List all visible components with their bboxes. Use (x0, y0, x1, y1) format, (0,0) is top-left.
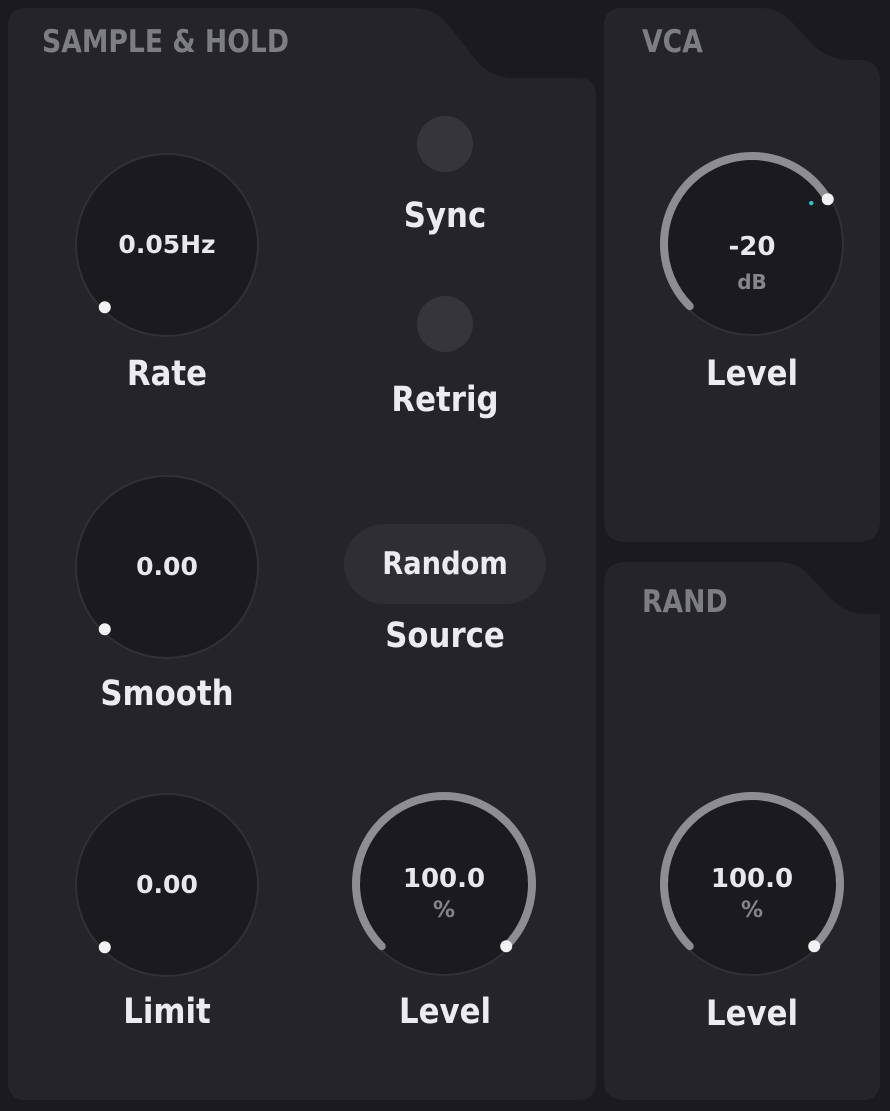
indicator-dot (98, 623, 111, 636)
retrig-toggle[interactable] (417, 296, 473, 352)
limit-label: Limit (123, 992, 211, 1032)
sync-toggle[interactable] (417, 116, 473, 172)
indicator-dot (98, 301, 111, 314)
sample-hold-title: SAMPLE & HOLD (42, 24, 290, 60)
smooth-label: Smooth (100, 674, 234, 714)
indicator-dot (808, 940, 821, 953)
retrig-label: Retrig (391, 380, 499, 420)
rate-knob[interactable]: 0.05Hz (72, 150, 262, 340)
sh-level-label: Level (398, 992, 492, 1032)
rand-title: RAND (642, 584, 728, 620)
indicator-dot (98, 941, 111, 954)
indicator-dot (821, 193, 834, 206)
vca-level-knob[interactable]: -20 dB (654, 146, 850, 342)
source-selector[interactable]: Random (344, 524, 546, 604)
rand-level-knob[interactable]: 100.0 % (654, 786, 850, 982)
smooth-value: 0.00 (136, 552, 198, 581)
indicator-dot (500, 940, 513, 953)
rate-label: Rate (126, 354, 208, 394)
source-label: Source (385, 616, 505, 656)
vca-level-label: Level (705, 354, 799, 394)
sh-level-knob[interactable]: 100.0 % (346, 786, 542, 982)
vca-level-value: -20 (728, 232, 776, 262)
source-value: Random (382, 546, 508, 582)
vca-level-unit: dB (737, 270, 767, 294)
rand-level-unit: % (740, 898, 764, 923)
vca-title: VCA (642, 24, 703, 60)
smooth-knob[interactable]: 0.00 (72, 472, 262, 662)
limit-knob[interactable]: 0.00 (72, 790, 262, 980)
rand-level-value: 100.0 (710, 864, 794, 894)
rand-level-label: Level (705, 994, 799, 1034)
modulation-dot (809, 200, 814, 206)
limit-value: 0.00 (136, 870, 198, 899)
sh-level-value: 100.0 (402, 864, 486, 894)
sh-level-unit: % (432, 898, 456, 923)
sync-label: Sync (403, 196, 487, 236)
rate-value: 0.05Hz (118, 230, 216, 259)
